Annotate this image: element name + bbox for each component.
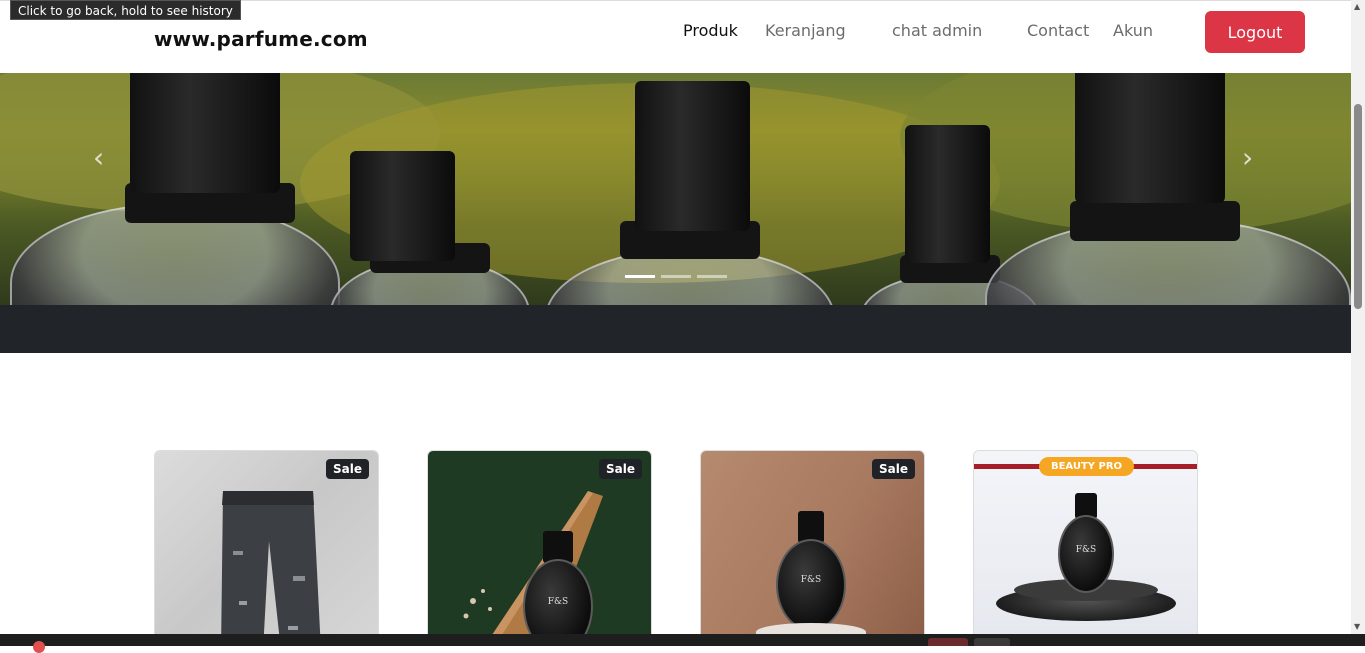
chevron-right-icon[interactable]: › [1242, 141, 1253, 174]
back-button-tooltip: Click to go back, hold to see history [10, 0, 241, 20]
carousel-indicator-3[interactable] [697, 275, 727, 278]
taskbar-item[interactable] [974, 638, 1010, 646]
hero-carousel[interactable]: ‹ › [0, 73, 1351, 305]
nav-link-produk[interactable]: Produk [683, 21, 738, 40]
nav-link-chat-admin[interactable]: chat admin [892, 21, 982, 40]
product-card-jeans[interactable]: Sale [154, 450, 379, 640]
page-scrollbar[interactable]: ▲ ▼ [1351, 0, 1365, 646]
product-card-perfume-beige[interactable]: F&S Sale [700, 450, 925, 640]
carousel-indicators [625, 275, 727, 278]
scroll-up-arrow-icon[interactable]: ▲ [1354, 2, 1360, 11]
beauty-pro-badge: BEAUTY PRO [1039, 457, 1134, 476]
carousel-bottle [985, 73, 1351, 305]
perfume-bottle: F&S [1058, 493, 1114, 593]
dark-banner [0, 305, 1351, 353]
bottle-label: F&S [547, 597, 569, 607]
taskbar-item[interactable] [928, 638, 968, 646]
taskbar [0, 634, 1365, 653]
scroll-down-arrow-icon[interactable]: ▼ [1354, 622, 1360, 631]
nav-link-akun[interactable]: Akun [1113, 21, 1153, 40]
product-image [155, 451, 378, 639]
scrollbar-thumb[interactable] [1354, 104, 1362, 309]
perfume-bottle: F&S [776, 511, 846, 631]
bottle-label: F&S [1075, 545, 1097, 555]
carousel-indicator-2[interactable] [661, 275, 691, 278]
product-image: F&S [428, 451, 651, 639]
carousel-bottle [0, 73, 360, 305]
chevron-left-icon[interactable]: ‹ [93, 141, 104, 174]
brand-logo[interactable]: www.parfume.com [154, 27, 368, 51]
product-image: BEAUTY PRO F&S [974, 451, 1197, 639]
nav-link-contact[interactable]: Contact [1027, 21, 1089, 40]
product-card-perfume-pedestal[interactable]: BEAUTY PRO F&S [973, 450, 1198, 640]
product-image: F&S [701, 451, 924, 639]
page: www.parfume.com Produk Keranjang chat ad… [0, 0, 1351, 646]
taskbar-app-icon[interactable] [33, 641, 45, 653]
nav-link-keranjang[interactable]: Keranjang [765, 21, 846, 40]
sale-badge: Sale [599, 459, 642, 479]
carousel-bottle [330, 73, 530, 305]
logout-button[interactable]: Logout [1205, 11, 1305, 53]
carousel-indicator-1[interactable] [625, 275, 655, 278]
jeans-image [221, 491, 321, 639]
perfume-bottle: F&S [523, 531, 593, 639]
sale-badge: Sale [872, 459, 915, 479]
bottle-label: F&S [800, 575, 822, 585]
sale-badge: Sale [326, 459, 369, 479]
carousel-bottle [545, 73, 845, 305]
product-card-perfume-wood[interactable]: F&S Sale [427, 450, 652, 640]
